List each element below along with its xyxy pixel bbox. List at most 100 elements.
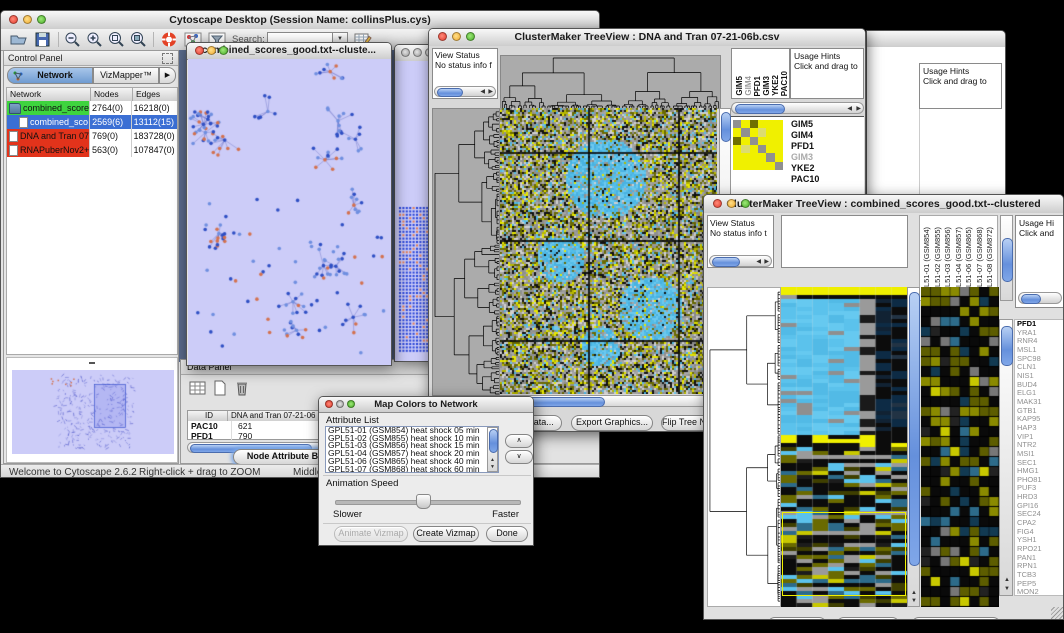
zoom-window-button[interactable]	[741, 199, 750, 208]
matrix-cell[interactable]	[733, 128, 741, 136]
matrix-cell[interactable]	[775, 128, 783, 136]
move-up-button[interactable]: ∧	[505, 434, 533, 448]
save-data-button[interactable]: Save Data...	[836, 617, 900, 620]
scroll-thumb[interactable]	[1002, 238, 1013, 282]
zoom-window-button[interactable]	[347, 400, 355, 408]
scroll-thumb[interactable]	[437, 88, 463, 97]
col-header-network[interactable]: Network	[7, 88, 91, 101]
panel-resize-handle[interactable]	[89, 362, 95, 364]
network-list-row[interactable]: combined_scores_2764(0)16218(0)	[7, 101, 177, 115]
matrix-cell[interactable]	[775, 153, 783, 161]
matrix-cell[interactable]	[766, 137, 774, 145]
select-attributes-icon[interactable]	[189, 380, 207, 396]
column-dendrogram[interactable]	[500, 55, 721, 109]
network-view-canvas[interactable]	[188, 59, 392, 366]
attribute-list-item[interactable]: GPL51-07 (GSM868) heat shock 60 min	[326, 466, 486, 473]
matrix-cell[interactable]	[741, 145, 749, 153]
matrix-cell[interactable]	[775, 145, 783, 153]
matrix-cell[interactable]	[766, 145, 774, 153]
matrix-cell[interactable]	[741, 153, 749, 161]
network-view-titlebar[interactable]: combined_scores_good.txt--cluste...	[187, 43, 391, 60]
matrix-cell[interactable]	[750, 137, 758, 145]
zoom-heatmap[interactable]	[921, 287, 999, 607]
treeview2-titlebar[interactable]: ClusterMaker TreeView : combined_scores_…	[704, 195, 1063, 214]
zoom-fit-icon[interactable]	[107, 31, 127, 48]
id-column-header[interactable]: ID	[188, 411, 228, 421]
scroll-left-icon[interactable]: ◀	[480, 89, 485, 95]
matrix-cell[interactable]	[733, 153, 741, 161]
matrix-cell[interactable]	[733, 137, 741, 145]
minimize-button[interactable]	[727, 199, 736, 208]
global-heatmap[interactable]	[500, 108, 717, 394]
save-session-icon[interactable]	[33, 31, 53, 48]
create-vizmap-button[interactable]: Create Vizmap	[413, 526, 479, 542]
matrix-cell[interactable]	[758, 128, 766, 136]
attribute-list-item[interactable]: GPL51-04 (GSM857) heat shock 20 min	[326, 450, 486, 458]
scroll-thumb[interactable]	[909, 292, 920, 566]
matrix-cell[interactable]	[775, 120, 783, 128]
zoom-hscrollbar[interactable]: ◀ ▶	[731, 102, 864, 114]
heatmap-vscrollbar[interactable]: ▲ ▼	[907, 287, 920, 607]
matrix-cell[interactable]	[775, 137, 783, 145]
network-overview-canvas[interactable]	[12, 370, 174, 454]
minimize-button[interactable]	[413, 48, 422, 57]
matrix-cell[interactable]	[733, 145, 741, 153]
gene-dendrogram[interactable]	[432, 108, 500, 396]
scroll-thumb[interactable]	[735, 104, 785, 114]
scroll-down-icon[interactable]: ▼	[1004, 586, 1010, 592]
col-header-edges[interactable]: Edges	[133, 88, 177, 101]
resize-grip[interactable]	[1051, 607, 1063, 619]
zoom-heatmap-matrix[interactable]	[733, 120, 783, 170]
export-graphics-button[interactable]: Export Graphics...	[911, 617, 1001, 620]
zoom-window-button[interactable]	[466, 32, 475, 41]
gene-dendrogram[interactable]	[707, 287, 781, 607]
scroll-down-icon[interactable]: ▼	[911, 598, 917, 604]
tab-overflow-button[interactable]: ▶	[159, 67, 176, 84]
scroll-right-icon[interactable]: ▶	[488, 89, 493, 95]
attribute-list-item[interactable]: GPL51-06 (GSM865) heat shock 40 min	[326, 458, 486, 466]
dialog-titlebar[interactable]: Map Colors to Network	[319, 397, 533, 413]
attribute-list-item[interactable]: GPL51-01 (GSM854) heat shock 05 min	[326, 427, 486, 435]
view-status-hscrollbar[interactable]: ◀ ▶	[434, 86, 496, 97]
zoom-selected-icon[interactable]	[129, 31, 149, 48]
close-button[interactable]	[9, 15, 18, 24]
matrix-cell[interactable]	[741, 128, 749, 136]
scroll-thumb[interactable]	[1001, 326, 1013, 366]
matrix-cell[interactable]	[758, 145, 766, 153]
scroll-thumb[interactable]	[489, 429, 498, 453]
animate-vizmap-button[interactable]: Animate Vizmap	[334, 526, 408, 542]
matrix-cell[interactable]	[733, 162, 741, 170]
scroll-up-icon[interactable]: ▲	[1004, 577, 1010, 583]
col-header-nodes[interactable]: Nodes	[91, 88, 133, 101]
scroll-up-icon[interactable]: ▲	[490, 457, 495, 463]
network-list-row[interactable]: RNAPuberNov2+563(0)107847(0)	[7, 143, 177, 157]
scroll-up-icon[interactable]: ▲	[911, 590, 917, 596]
network-list-row[interactable]: combined_sco2569(6)13112(15)	[7, 115, 177, 129]
column-dendrogram-panel[interactable]	[781, 215, 908, 268]
done-button[interactable]: Done	[486, 526, 528, 542]
tab-network[interactable]: Network	[7, 67, 93, 84]
settings-button[interactable]: Settings...	[767, 617, 827, 620]
close-button[interactable]	[438, 32, 447, 41]
scroll-left-icon[interactable]: ◀	[756, 259, 761, 265]
matrix-cell[interactable]	[741, 162, 749, 170]
matrix-cell[interactable]	[758, 153, 766, 161]
move-down-button[interactable]: ∨	[505, 450, 533, 464]
open-session-icon[interactable]	[9, 31, 29, 48]
scroll-thumb[interactable]	[721, 112, 731, 142]
close-button[interactable]	[325, 400, 333, 408]
matrix-cell[interactable]	[741, 120, 749, 128]
labels-vscrollbar[interactable]	[1000, 215, 1013, 301]
minimize-button[interactable]	[336, 400, 344, 408]
matrix-cell[interactable]	[750, 128, 758, 136]
zoom-window-button[interactable]	[37, 15, 46, 24]
matrix-cell[interactable]	[766, 153, 774, 161]
scroll-left-icon[interactable]: ◀	[847, 106, 852, 112]
matrix-cell[interactable]	[758, 137, 766, 145]
zoom-window-button[interactable]	[219, 46, 228, 55]
matrix-cell[interactable]	[758, 120, 766, 128]
minimize-button[interactable]	[452, 32, 461, 41]
matrix-cell[interactable]	[750, 162, 758, 170]
delete-attribute-icon[interactable]	[233, 380, 251, 396]
minimize-button[interactable]	[207, 46, 216, 55]
